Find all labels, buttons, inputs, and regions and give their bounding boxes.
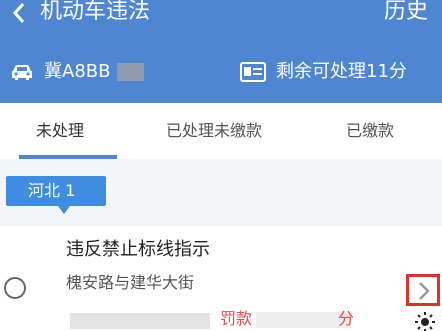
app-header: 机动车违法 历史 冀A8BB 剩余可处理11分 xyxy=(0,0,442,103)
plate-redaction xyxy=(117,63,144,81)
radio-icon[interactable] xyxy=(4,277,26,299)
history-button[interactable]: 历史 xyxy=(384,0,428,26)
sun-icon xyxy=(415,312,435,331)
tab-processed-unpaid[interactable]: 已处理未缴款 xyxy=(166,119,262,143)
fine-label: 罚款 xyxy=(220,309,253,328)
detail-button[interactable] xyxy=(406,274,440,306)
chip-pointer xyxy=(58,206,70,214)
id-card-icon xyxy=(240,62,266,82)
region-label: 河北 1 xyxy=(28,181,76,200)
back-icon[interactable] xyxy=(10,0,28,26)
vehicle-info-bar: 冀A8BB 剩余可处理11分 xyxy=(0,58,442,88)
violation-card[interactable]: 违反禁止标线指示 槐安路与建华大街 罚款 分 xyxy=(0,226,442,331)
chevron-right-icon xyxy=(419,282,430,300)
remaining-points: 剩余可处理11分 xyxy=(276,61,407,82)
violation-title: 违反禁止标线指示 xyxy=(66,239,210,260)
status-tabs: 未处理 已处理未缴款 已缴款 xyxy=(0,103,442,159)
license-plate: 冀A8BB xyxy=(44,61,111,82)
region-chip[interactable]: 河北 1 xyxy=(6,176,106,214)
tab-paid[interactable]: 已缴款 xyxy=(346,119,394,143)
active-tab-indicator xyxy=(19,155,117,159)
page-title: 机动车违法 xyxy=(40,0,151,24)
fine-points-suffix: 分 xyxy=(338,309,355,328)
title-bar: 机动车违法 历史 xyxy=(0,0,442,30)
car-icon xyxy=(12,65,32,80)
tab-unprocessed[interactable]: 未处理 xyxy=(36,119,84,143)
violation-location: 槐安路与建华大街 xyxy=(66,273,195,292)
blurred-info xyxy=(70,313,210,329)
